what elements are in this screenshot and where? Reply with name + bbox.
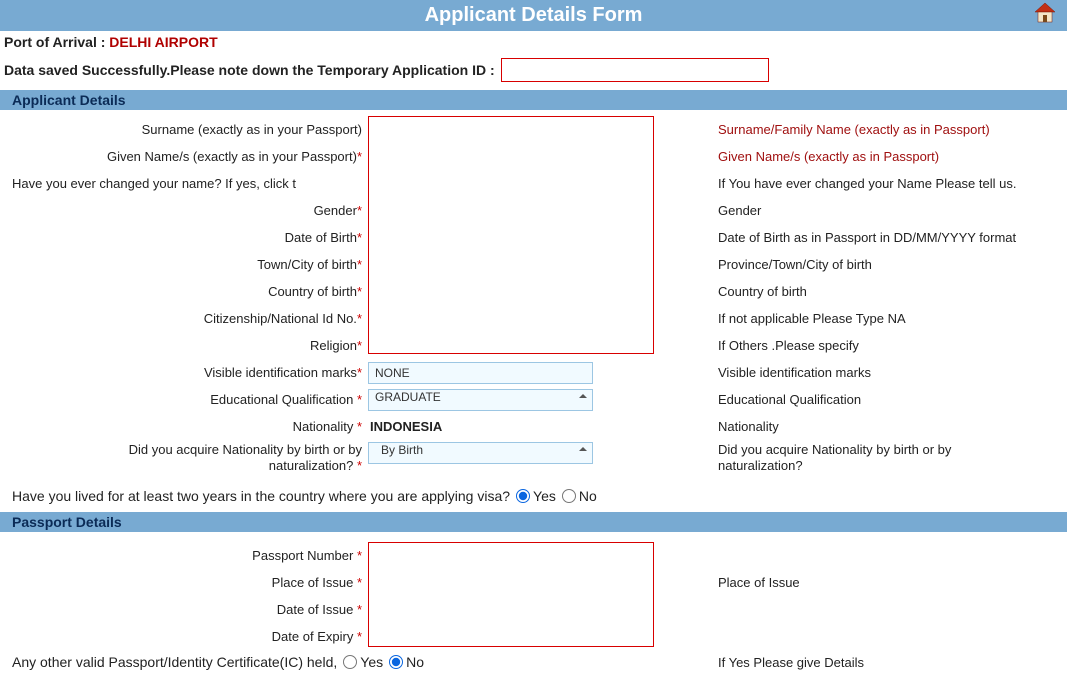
two-years-yes-radio[interactable]	[516, 489, 530, 503]
hint-name-changed: If You have ever changed your Name Pleas…	[688, 176, 1055, 191]
hint-nationality: Nationality	[688, 419, 1055, 434]
label-surname: Surname (exactly as in your Passport)	[12, 122, 368, 137]
label-nationality: Nationality *	[12, 419, 368, 434]
hint-citizenship-id: If not applicable Please Type NA	[688, 311, 1055, 326]
label-acquire-nationality: Did you acquire Nationality by birth or …	[12, 440, 368, 475]
label-two-years: Have you lived for at least two years in…	[12, 488, 510, 504]
section-passport-details: Passport Details	[0, 512, 1067, 532]
other-passport-no-radio[interactable]	[389, 655, 403, 669]
saved-message: Data saved Successfully.Please note down…	[4, 62, 495, 78]
two-years-row: Have you lived for at least two years in…	[0, 482, 1067, 512]
other-passport-yes-label: Yes	[360, 654, 383, 670]
hint-religion: If Others .Please specify	[688, 338, 1055, 353]
hint-gender: Gender	[688, 203, 1055, 218]
two-years-no-label: No	[579, 488, 597, 504]
passport-form-area: Passport Number * Place of Issue * Place…	[0, 532, 1067, 650]
label-id-marks: Visible identification marks*	[12, 365, 368, 380]
other-passport-no-label: No	[406, 654, 424, 670]
label-gender: Gender*	[12, 203, 368, 218]
applicant-form-area: Surname (exactly as in your Passport) Su…	[0, 110, 1067, 482]
label-dob: Date of Birth*	[12, 230, 368, 245]
hint-acquire-nationality: Did you acquire Nationality by birth or …	[688, 440, 1055, 475]
label-education: Educational Qualification *	[12, 392, 368, 407]
saved-message-row: Data saved Successfully.Please note down…	[0, 54, 1067, 90]
hint-other-passport: If Yes Please give Details	[696, 655, 1063, 670]
hint-town: Province/Town/City of birth	[688, 257, 1055, 272]
acquire-nationality-select[interactable]: By Birth	[368, 442, 593, 464]
port-of-arrival-row: Port of Arrival : DELHI AIRPORT	[0, 31, 1067, 54]
label-country-birth: Country of birth*	[12, 284, 368, 299]
port-label: Port of Arrival :	[4, 34, 109, 50]
hint-surname: Surname/Family Name (exactly as in Passp…	[688, 122, 1055, 137]
label-name-changed: Have you ever changed your name? If yes,…	[12, 176, 368, 191]
page-header: Applicant Details Form	[0, 0, 1067, 31]
temp-app-id-box	[501, 58, 769, 82]
id-marks-input[interactable]	[368, 362, 593, 384]
label-passport-number: Passport Number *	[12, 548, 368, 563]
label-date-issue: Date of Issue *	[12, 602, 368, 617]
hint-country-birth: Country of birth	[688, 284, 1055, 299]
label-town: Town/City of birth*	[12, 257, 368, 272]
hint-place-issue: Place of Issue	[688, 575, 1055, 590]
page-title: Applicant Details Form	[425, 4, 643, 26]
home-icon[interactable]	[1033, 2, 1057, 30]
other-passport-yes-radio[interactable]	[343, 655, 357, 669]
label-religion: Religion*	[12, 338, 368, 353]
label-place-issue: Place of Issue *	[12, 575, 368, 590]
hint-dob: Date of Birth as in Passport in DD/MM/YY…	[688, 230, 1055, 245]
label-citizenship-id: Citizenship/National Id No.*	[12, 311, 368, 326]
section-applicant-details: Applicant Details	[0, 90, 1067, 110]
education-select[interactable]: GRADUATE	[368, 389, 593, 411]
other-passport-row: Any other valid Passport/Identity Certif…	[0, 650, 1067, 676]
hint-id-marks: Visible identification marks	[688, 365, 1055, 380]
port-value: DELHI AIRPORT	[109, 34, 217, 50]
two-years-yes-label: Yes	[533, 488, 556, 504]
hint-education: Educational Qualification	[688, 392, 1055, 407]
nationality-value: INDONESIA	[368, 419, 442, 434]
hint-given-name: Given Name/s (exactly as in Passport)	[688, 149, 1055, 164]
label-date-expiry: Date of Expiry *	[12, 629, 368, 644]
label-other-passport: Any other valid Passport/Identity Certif…	[12, 654, 337, 670]
label-given-name: Given Name/s (exactly as in your Passpor…	[12, 149, 368, 164]
two-years-no-radio[interactable]	[562, 489, 576, 503]
